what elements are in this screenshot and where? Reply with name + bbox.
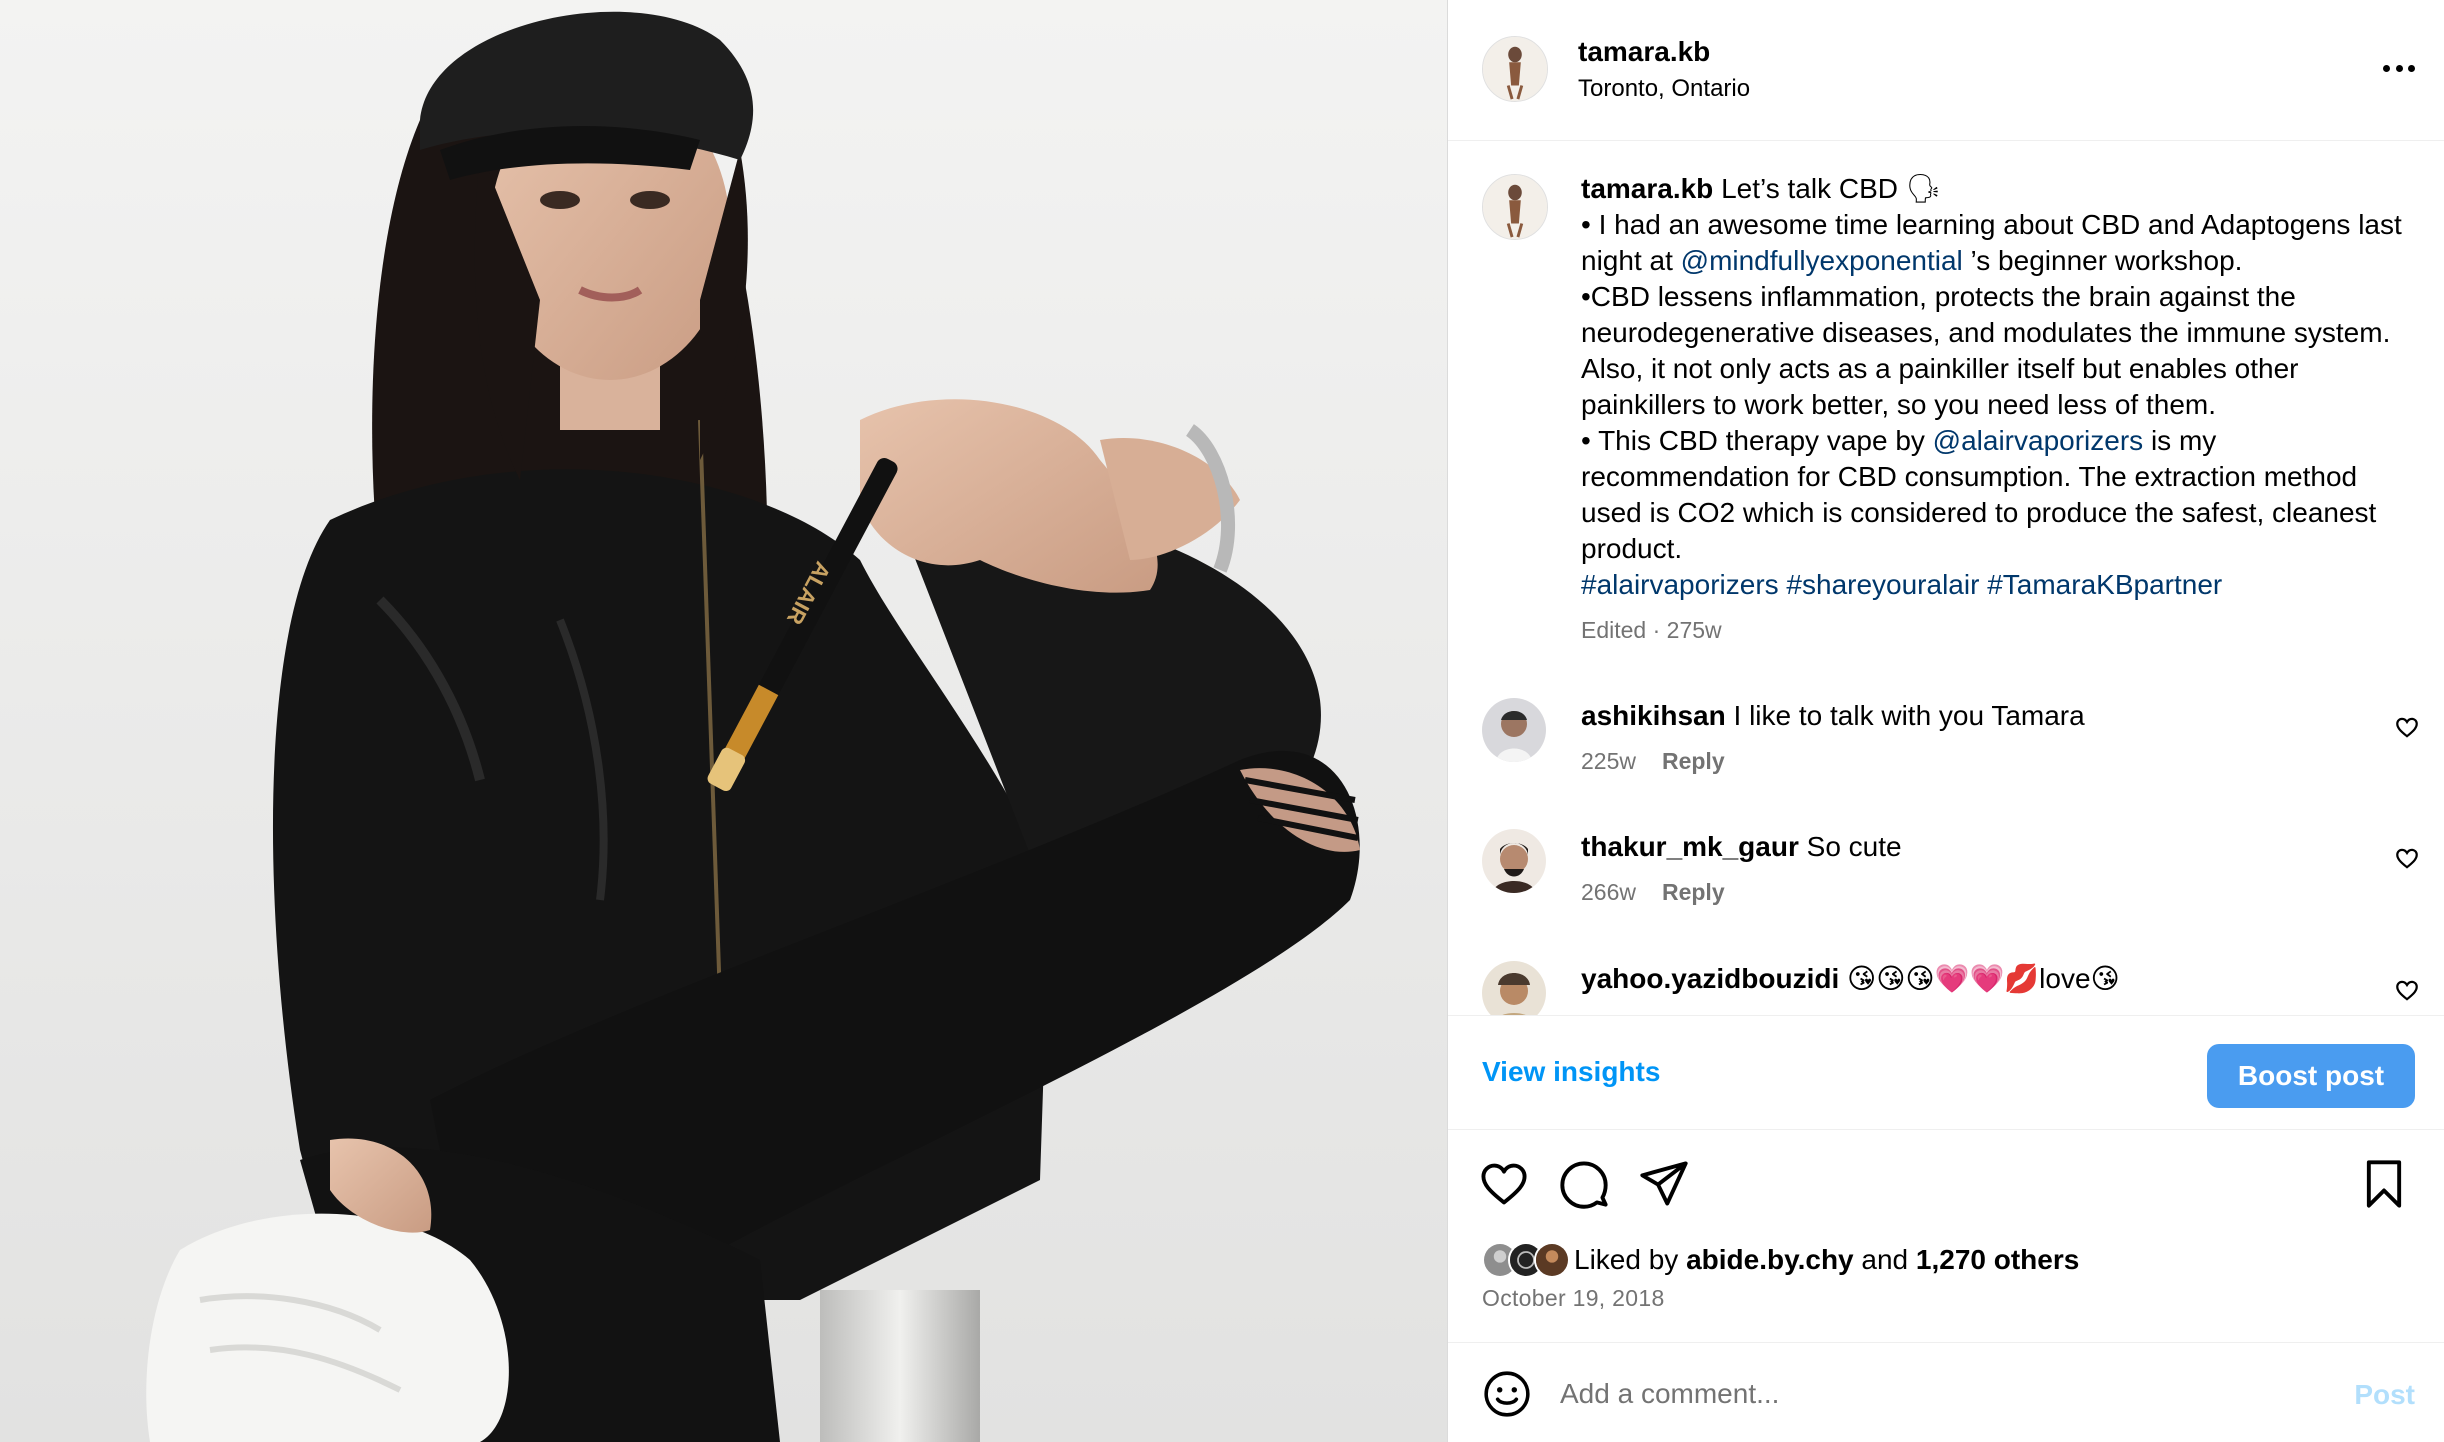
likes-prefix: Liked by (1574, 1244, 1687, 1275)
bookmark-icon[interactable] (2358, 1158, 2410, 1210)
comment-like-heart-icon[interactable] (2394, 714, 2420, 740)
comment-text: thakur_mk_gaur So cute (1581, 829, 1902, 865)
reply-button[interactable]: Reply (1662, 748, 1725, 774)
comment-body: 😘😘😘💗💗💋love😘 (1839, 963, 2120, 994)
likes-summary: Liked by abide.by.chy and 1,270 others (1482, 1240, 2079, 1280)
comment-item: yahoo.yazidbouzidi 😘😘😘💗💗💋love😘 (1448, 961, 2444, 1015)
comment-age: 266w (1581, 879, 1636, 905)
comment-item: ashikihsan I like to talk with you Tamar… (1448, 698, 2444, 808)
post-actions (1448, 1150, 2444, 1220)
post-location[interactable]: Toronto, Ontario (1578, 75, 1750, 103)
liker-avatar (1534, 1242, 1570, 1278)
post-photo-illustration: ALAIR (0, 0, 1447, 1442)
more-options-icon[interactable] (2377, 50, 2421, 86)
author-username[interactable]: tamara.kb (1578, 36, 1710, 68)
hashtag-link[interactable]: #alairvaporizers (1581, 569, 1779, 600)
comments-section: tamara.kb Let’s talk CBD 🗣 • I had an aw… (1448, 141, 2444, 1015)
post-detail-panel: tamara.kb Toronto, Ontario tamara.kb Let… (1447, 0, 2444, 1442)
emoji-icon[interactable] (1482, 1369, 1532, 1419)
caption-text: ’s beginner workshop. (1962, 245, 2243, 276)
caption-intro: Let’s talk CBD 🗣 (1713, 173, 1942, 204)
comment-body: I like to talk with you Tamara (1725, 700, 2085, 731)
caption-meta: Edited · 275w (1581, 617, 1722, 643)
post-comment-button[interactable]: Post (2354, 1379, 2415, 1411)
view-insights-link[interactable]: View insights (1482, 1056, 1660, 1088)
add-comment-bar: Post (1448, 1342, 2444, 1442)
reply-button[interactable]: Reply (1662, 879, 1725, 905)
hashtag-link[interactable]: #shareyouralair (1786, 569, 1979, 600)
comment-text: ashikihsan I like to talk with you Tamar… (1581, 698, 2085, 734)
comment-body: So cute (1798, 831, 1902, 862)
comment-age: 225w (1581, 748, 1636, 774)
mention-link[interactable]: @alairvaporizers (1933, 425, 2144, 456)
heart-icon[interactable] (1478, 1158, 1530, 1210)
caption-username[interactable]: tamara.kb (1581, 173, 1713, 204)
insights-bar: View insights Boost post (1448, 1015, 2444, 1130)
commenter-avatar[interactable] (1482, 698, 1546, 762)
commenter-avatar[interactable] (1482, 961, 1546, 1015)
comment-item: thakur_mk_gaur So cute 266w Reply (1448, 829, 2444, 939)
caption-text: •CBD lessens inflammation, protects the … (1581, 281, 2391, 420)
mention-link[interactable]: @mindfullyexponential (1681, 245, 1963, 276)
hashtag-link[interactable]: #TamaraKBpartner (1987, 569, 2222, 600)
commenter-avatar[interactable] (1482, 829, 1546, 893)
commenter-username[interactable]: thakur_mk_gaur (1581, 831, 1799, 862)
comment-like-heart-icon[interactable] (2394, 977, 2420, 1003)
send-icon[interactable] (1638, 1158, 1690, 1210)
comment-meta: 266w Reply (1581, 879, 1725, 906)
likes-count[interactable]: 1,270 others (1916, 1244, 2079, 1276)
post-date[interactable]: October 19, 2018 (1482, 1285, 1665, 1312)
comment-input[interactable] (1560, 1369, 2320, 1419)
commenter-username[interactable]: ashikihsan (1581, 700, 1726, 731)
instagram-post-view: ALAIR tamara.kb Toronto, Ontario tamara.… (0, 0, 2444, 1442)
caption-text: • This CBD therapy vape by (1581, 425, 1933, 456)
boost-post-button[interactable]: Boost post (2207, 1044, 2415, 1108)
commenter-username[interactable]: yahoo.yazidbouzidi (1581, 963, 1839, 994)
post-caption: tamara.kb Let’s talk CBD 🗣 • I had an aw… (1581, 171, 2411, 603)
post-image[interactable]: ALAIR (0, 0, 1447, 1442)
comment-like-heart-icon[interactable] (2394, 845, 2420, 871)
post-header: tamara.kb Toronto, Ontario (1448, 0, 2444, 141)
comment-meta: 225w Reply (1581, 748, 1725, 775)
caption-author-avatar[interactable] (1482, 174, 1548, 240)
liker-username[interactable]: abide.by.chy (1686, 1244, 1854, 1276)
liker-avatars[interactable] (1482, 1242, 1570, 1278)
likes-middle: and (1853, 1244, 1916, 1275)
comment-icon[interactable] (1558, 1158, 1610, 1210)
author-avatar[interactable] (1482, 36, 1548, 102)
comment-text: yahoo.yazidbouzidi 😘😘😘💗💗💋love😘 (1581, 961, 2120, 997)
